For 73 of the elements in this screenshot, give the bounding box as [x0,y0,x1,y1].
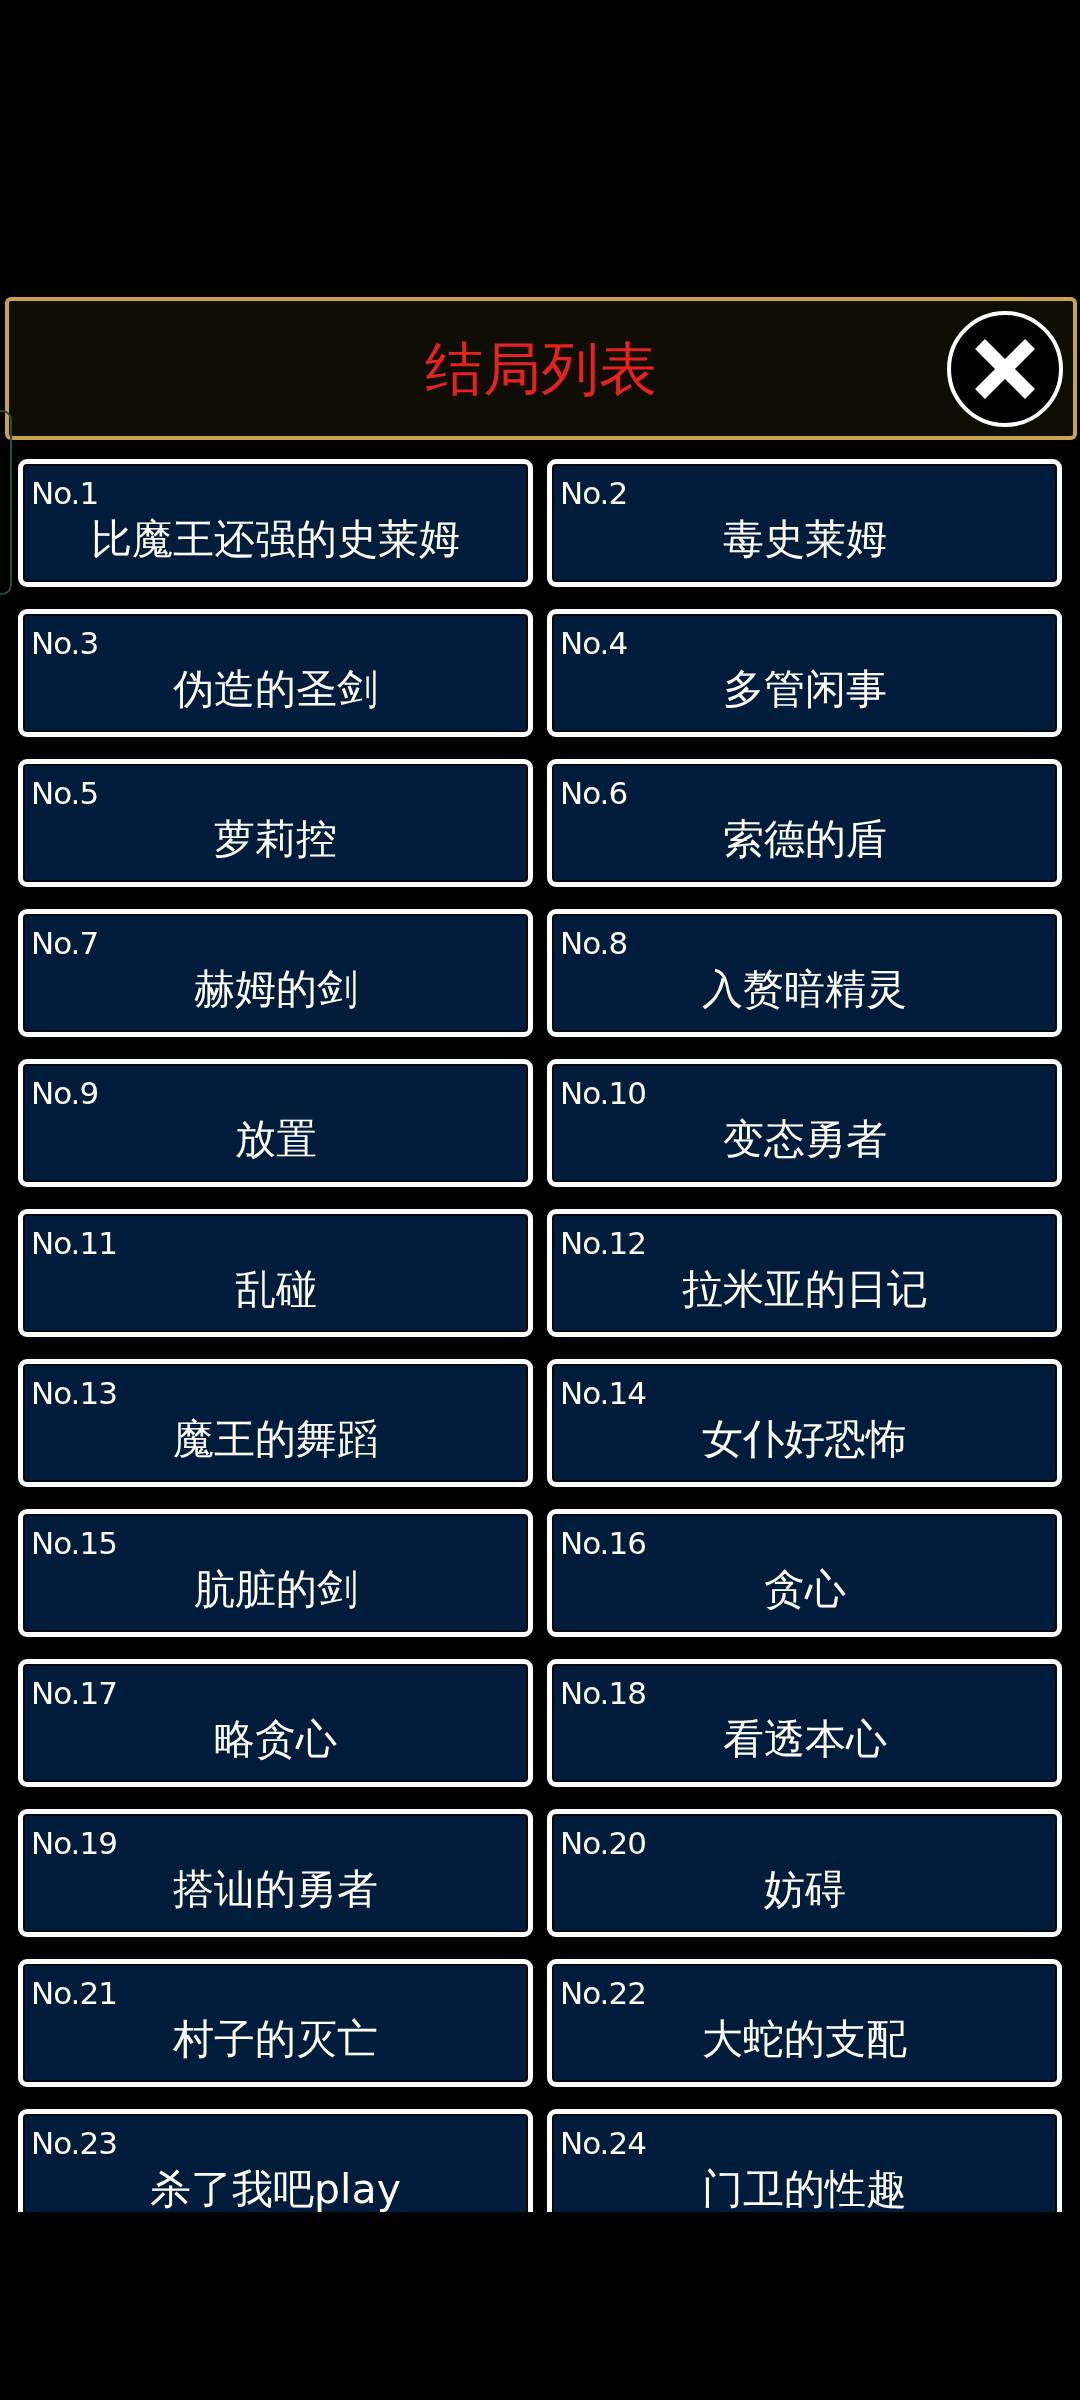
ending-number: No.15 [31,1526,117,1560]
ending-number: No.5 [31,776,99,810]
ending-card[interactable]: No.17 略贪心 [18,1659,533,1787]
ending-number: No.18 [560,1676,646,1710]
ending-number: No.8 [560,926,628,960]
ending-title: 索德的盾 [722,816,887,862]
ending-title: 伪造的圣剑 [173,666,378,712]
ending-title: 放置 [234,1116,317,1162]
ending-number: No.1 [31,476,99,510]
dialog-title: 结局列表 [425,339,657,398]
ending-title: 比魔王还强的史莱姆 [91,516,460,562]
ending-number: No.12 [560,1226,646,1260]
ending-title: 变态勇者 [722,1116,887,1162]
ending-number: No.9 [31,1076,99,1110]
ending-title: 门卫的性趣 [702,2166,907,2212]
ending-card[interactable]: No.13 魔王的舞蹈 [18,1359,533,1487]
ending-title: 略贪心 [214,1716,337,1762]
ending-card[interactable]: No.20 妨碍 [547,1809,1062,1937]
ending-card[interactable]: No.1 比魔王还强的史莱姆 [18,459,533,587]
ending-card[interactable]: No.19 搭讪的勇者 [18,1809,533,1937]
ending-card[interactable]: No.18 看透本心 [547,1659,1062,1787]
ending-card[interactable]: No.11 乱碰 [18,1209,533,1337]
ending-title: 村子的灭亡 [173,2016,378,2062]
ending-card[interactable]: No.16 贪心 [547,1509,1062,1637]
ending-card[interactable]: No.14 女仆好恐怖 [547,1359,1062,1487]
ending-number: No.7 [31,926,99,960]
ending-title: 多管闲事 [722,666,887,712]
ending-card[interactable]: No.9 放置 [18,1059,533,1187]
ending-title: 魔王的舞蹈 [173,1416,378,1462]
ending-title: 毒史莱姆 [722,516,887,562]
ending-title: 萝莉控 [214,816,337,862]
ending-title: 拉米亚的日记 [681,1266,928,1312]
ending-card[interactable]: No.10 变态勇者 [547,1059,1062,1187]
ending-title: 女仆好恐怖 [702,1416,907,1462]
ending-card[interactable]: No.4 多管闲事 [547,609,1062,737]
ending-number: No.11 [31,1226,117,1260]
ending-title: 杀了我吧play [150,2166,401,2212]
ending-title: 看透本心 [722,1716,887,1762]
ending-number: No.21 [31,1976,117,2010]
ending-card[interactable]: No.21 村子的灭亡 [18,1959,533,2087]
ending-card[interactable]: No.3 伪造的圣剑 [18,609,533,737]
ending-title: 搭讪的勇者 [173,1866,378,1912]
ending-card[interactable]: No.8 入赘暗精灵 [547,909,1062,1037]
ending-card[interactable]: No.2 毒史莱姆 [547,459,1062,587]
ending-number: No.20 [560,1826,646,1860]
ending-title: 肮脏的剑 [193,1566,358,1612]
ending-card[interactable]: No.12 拉米亚的日记 [547,1209,1062,1337]
ending-card[interactable]: No.23 杀了我吧play [18,2109,533,2212]
ending-number: No.2 [560,476,628,510]
ending-title: 乱碰 [234,1266,317,1312]
ending-card[interactable]: No.22 大蛇的支配 [547,1959,1062,2087]
ending-title: 入赘暗精灵 [702,966,907,1012]
ending-number: No.19 [31,1826,117,1860]
ending-number: No.13 [31,1376,117,1410]
ending-title: 贪心 [763,1566,846,1612]
ending-card[interactable]: No.24 门卫的性趣 [547,2109,1062,2212]
ending-number: No.17 [31,1676,117,1710]
ending-card[interactable]: No.5 萝莉控 [18,759,533,887]
ending-number: No.6 [560,776,628,810]
ending-number: No.14 [560,1376,646,1410]
ending-title: 妨碍 [763,1866,846,1912]
ending-number: No.4 [560,626,628,660]
ending-card[interactable]: No.15 肮脏的剑 [18,1509,533,1637]
ending-title: 大蛇的支配 [702,2016,907,2062]
ending-number: No.24 [560,2126,646,2160]
ending-card[interactable]: No.7 赫姆的剑 [18,909,533,1037]
ending-title: 赫姆的剑 [193,966,358,1012]
ending-number: No.22 [560,1976,646,2010]
ending-number: No.23 [31,2126,117,2160]
ending-card[interactable]: No.6 索德的盾 [547,759,1062,887]
ending-number: No.16 [560,1526,646,1560]
ending-number: No.3 [31,626,99,660]
ending-number: No.10 [560,1076,646,1110]
